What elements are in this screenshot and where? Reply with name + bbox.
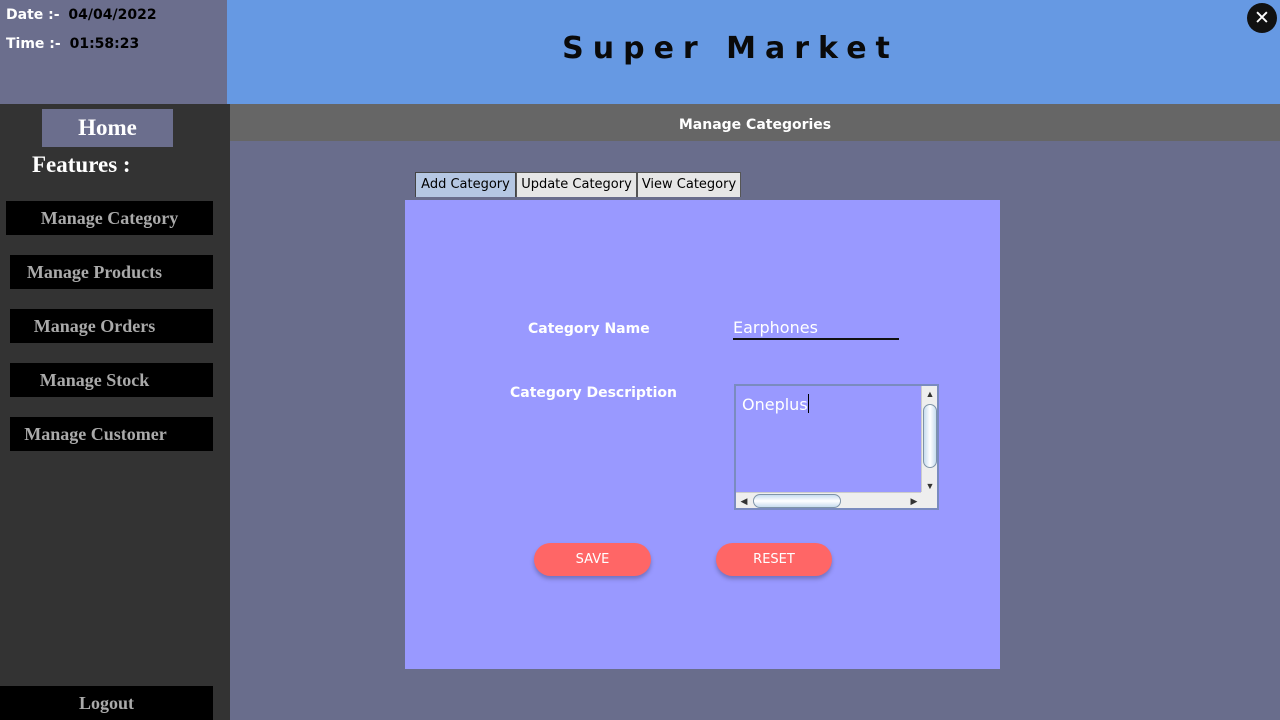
scrollbar-corner (921, 492, 937, 508)
sidebar-item-manage-stock[interactable]: Manage Stock (10, 363, 213, 397)
sidebar-item-manage-customer[interactable]: Manage Customer (10, 417, 213, 451)
add-category-panel: Category Name Category Description Onepl… (405, 200, 1000, 669)
scroll-up-icon[interactable]: ▲ (922, 386, 938, 402)
section-title: Manage Categories (678, 117, 832, 133)
sidebar-item-manage-products[interactable]: Manage Products (10, 255, 213, 289)
save-button[interactable]: SAVE (534, 543, 651, 576)
vertical-scrollbar[interactable]: ▲ ▼ (921, 386, 937, 492)
sidebar: Home Features : Manage Category Manage P… (0, 104, 230, 720)
time-value: 01:58:23 (69, 36, 140, 52)
features-label: Features : (32, 152, 131, 177)
scroll-left-icon[interactable]: ◀ (736, 493, 752, 509)
horizontal-scroll-thumb[interactable] (753, 494, 841, 508)
time-display: Time :- 01:58:23 (6, 36, 139, 52)
category-name-label: Category Name (528, 321, 650, 337)
sidebar-item-manage-orders[interactable]: Manage Orders (10, 309, 213, 343)
category-description-label: Category Description (510, 385, 678, 401)
scroll-right-icon[interactable]: ▶ (906, 493, 922, 509)
clock-panel: Date :- 04/04/2022 Time :- 01:58:23 (0, 0, 227, 104)
category-description-value: Oneplus (742, 394, 809, 414)
horizontal-scrollbar[interactable]: ◀ ▶ (736, 492, 922, 508)
date-label: Date :- (6, 7, 60, 23)
date-value: 04/04/2022 (68, 7, 157, 23)
app-header: Super Market (227, 0, 1280, 104)
date-display: Date :- 04/04/2022 (6, 7, 157, 23)
tab-add-category[interactable]: Add Category (415, 172, 516, 197)
tab-update-category[interactable]: Update Category (516, 172, 637, 197)
home-button[interactable]: Home (42, 109, 173, 147)
vertical-scroll-thumb[interactable] (923, 404, 937, 468)
sidebar-item-manage-category[interactable]: Manage Category (6, 201, 213, 235)
time-label: Time :- (6, 36, 61, 52)
category-description-textarea[interactable]: Oneplus ▲ ▼ ◀ ▶ (734, 384, 939, 510)
text-caret (807, 394, 809, 413)
category-name-input[interactable] (733, 316, 899, 340)
reset-button[interactable]: RESET (716, 543, 832, 576)
app-title: Super Market (562, 31, 899, 66)
logout-button[interactable]: Logout (0, 686, 213, 720)
tab-view-category[interactable]: View Category (637, 172, 741, 197)
close-icon[interactable]: ✕ (1247, 3, 1277, 33)
section-bar: Manage Categories (230, 104, 1280, 141)
